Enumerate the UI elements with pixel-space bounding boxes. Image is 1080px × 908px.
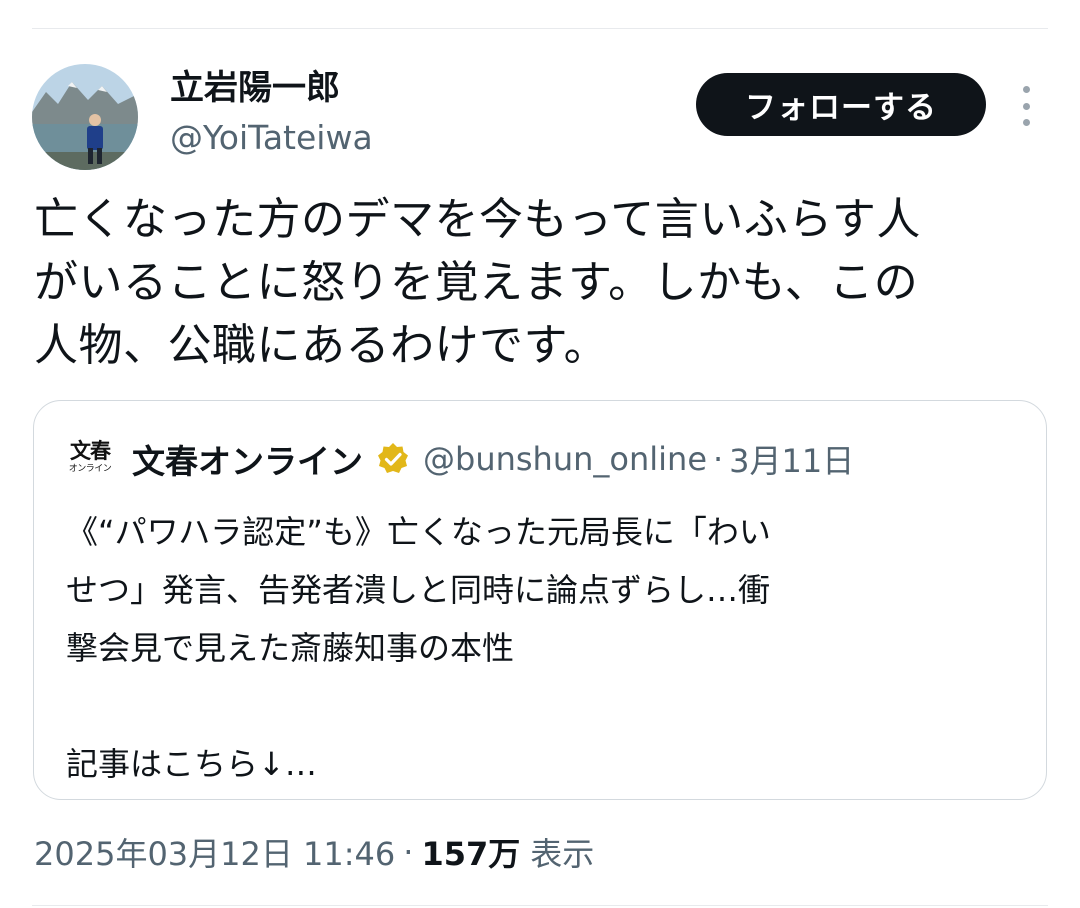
user-handle[interactable]: @YoiTateiwa	[170, 116, 373, 160]
dot-separator: ·	[713, 440, 724, 478]
views-count: 157万	[421, 835, 521, 873]
avatar[interactable]	[32, 64, 138, 170]
follow-button[interactable]: フォローする	[696, 73, 986, 136]
display-name[interactable]: 立岩陽一郎	[170, 66, 340, 110]
tweet-meta: 2025年03月12日 11:46 · 157万 表示	[34, 826, 594, 878]
quoted-tweet-text: 《“パワハラ認定”も》亡くなった元局長に「わい せつ」発言、告発者潰しと同時に論…	[66, 513, 771, 783]
bunshun-logo: 文春 オンライン	[68, 438, 112, 475]
dot-separator: ·	[403, 833, 414, 871]
verified-badge-icon	[375, 441, 411, 477]
timestamp[interactable]: 2025年03月12日 11:46	[34, 829, 395, 875]
quoted-display-name[interactable]: 文春オンライン	[132, 435, 363, 483]
tweet-text: 亡くなった方のデマを今もって言いふらす人 がいることに怒りを覚えます。しかも、こ…	[34, 194, 921, 371]
quoted-handle[interactable]: @bunshun_online	[423, 440, 707, 478]
quoted-tweet-card[interactable]: 文春 オンライン 文春オンライン @bunshun_online · 3月11日…	[33, 400, 1047, 800]
quoted-tweet-header: 文春オンライン @bunshun_online · 3月11日	[132, 431, 854, 487]
bottom-divider	[32, 905, 1048, 906]
views-label: 表示	[530, 835, 595, 873]
more-vertical-icon[interactable]	[1012, 86, 1040, 126]
quoted-date[interactable]: 3月11日	[729, 436, 854, 482]
top-divider	[32, 28, 1048, 29]
